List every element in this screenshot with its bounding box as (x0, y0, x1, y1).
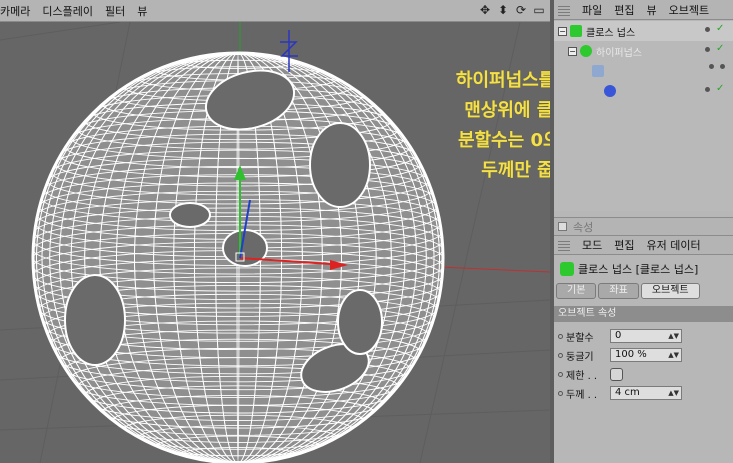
prop-roundness: 둥글기 100 % ▲▼ (554, 346, 733, 364)
object-tree: − 클로스 넙스 ✓ − 하이퍼넙스 ✓ ✓ (554, 21, 733, 211)
section-object-properties: 오브젝트 속성 (554, 306, 733, 322)
prop-label: 둥글기 (566, 351, 594, 363)
prop-label: 분할수 (566, 332, 594, 344)
animate-icon[interactable] (558, 371, 563, 377)
grip-icon[interactable] (558, 3, 570, 16)
animate-icon[interactable] (558, 333, 563, 339)
prop-limit: 제한 . . (554, 365, 733, 383)
move-icon[interactable]: ✥ (478, 3, 492, 17)
tree-item-flags: ✓ (705, 84, 725, 94)
attributes-menubar: 모드 편집 유저 데이터 (554, 235, 733, 255)
menu-camera[interactable]: 카메라 (0, 3, 38, 19)
spinner-icon[interactable]: ▲▼ (668, 330, 679, 342)
animate-icon[interactable] (558, 390, 563, 396)
prop-subdivision: 분할수 0 ▲▼ (554, 327, 733, 345)
annotation-line: 맨상위에 클로스 넙스 (464, 100, 550, 121)
tree-item-sphere[interactable]: ✓ (554, 81, 733, 101)
tree-item-flags (709, 64, 725, 69)
tree-item-cloth-nurbs[interactable]: − 클로스 넙스 ✓ (554, 21, 733, 41)
tree-item-flags: ✓ (705, 44, 725, 54)
annotation-line: 분할수는 0으로 하시고 (457, 130, 550, 151)
tab-coord[interactable]: 좌표 (598, 283, 639, 299)
hypernurbs-icon (580, 45, 592, 57)
cloth-nurbs-icon (570, 25, 582, 37)
menu-user-data[interactable]: 유저 데이터 (641, 237, 707, 253)
viewport-nav: ✥ ⬍ ⟳ ▭ (478, 3, 546, 17)
grip-icon[interactable] (558, 239, 570, 251)
menu-view[interactable]: 뷰 (641, 2, 663, 18)
menu-view[interactable]: 뷰 (133, 3, 155, 19)
subdivision-field[interactable]: 0 ▲▼ (610, 329, 682, 343)
sphere-icon (604, 85, 616, 97)
attributes-tabs: 기본 좌표 오브젝트 (554, 283, 733, 301)
collapse-icon[interactable]: − (558, 26, 567, 36)
hyper-sphere-mesh[interactable] (31, 51, 445, 463)
object-manager-menubar: 파일 편집 뷰 오브젝트 (554, 0, 733, 20)
menu-display[interactable]: 디스플레이 (38, 3, 101, 19)
panel-toggle-icon[interactable] (558, 222, 567, 231)
tab-object[interactable]: 오브젝트 (640, 283, 700, 299)
menu-object[interactable]: 오브젝트 (663, 2, 715, 18)
prop-label: 두께 . . (566, 389, 598, 401)
tab-basic[interactable]: 기본 (556, 283, 597, 299)
roundness-field[interactable]: 100 % ▲▼ (610, 348, 682, 362)
collapse-icon[interactable]: − (568, 46, 577, 56)
menu-edit[interactable]: 편집 (608, 237, 640, 253)
mesh-icon (592, 65, 604, 77)
spinner-icon[interactable]: ▲▼ (668, 349, 679, 361)
attributes-object-title: 클로스 넙스 [클로스 넙스] (554, 258, 733, 280)
cloth-nurbs-icon (560, 262, 574, 276)
tree-item-label: 하이퍼넙스 (596, 47, 642, 59)
tree-item-label: 클로스 넙스 (586, 27, 636, 39)
limit-checkbox[interactable] (610, 367, 623, 381)
viewport-menubar: 카메라 디스플레이 필터 뷰 ✥ ⬍ ⟳ ▭ (0, 0, 550, 22)
annotation-line: 두께만 줍니다.~ (481, 160, 550, 181)
tree-item-hypernurbs[interactable]: − 하이퍼넙스 ✓ (554, 41, 733, 61)
field-value: 0 (615, 330, 622, 341)
tree-item-flags: ✓ (705, 24, 725, 34)
field-value: 4 cm (615, 387, 640, 398)
maximize-icon[interactable]: ▭ (532, 3, 546, 17)
annotation-line: 하이퍼넙스를 한번 주고 (455, 70, 550, 91)
menu-file[interactable]: 파일 (576, 2, 608, 18)
attributes-header: 속성 (554, 217, 733, 235)
tree-item-mesh[interactable] (554, 61, 733, 81)
field-value: 100 % (615, 349, 647, 360)
rotate-icon[interactable]: ⟳ (514, 3, 528, 17)
zoom-icon[interactable]: ⬍ (496, 3, 510, 17)
attributes-header-label: 속성 (573, 220, 594, 234)
annotation-text: 하이퍼넙스를 한번 주고 맨상위에 클로스 넙스 분할수는 0으로 하시고 두께… (410, 66, 550, 186)
menu-mode[interactable]: 모드 (576, 237, 608, 253)
prop-label: 제한 . . (566, 370, 598, 382)
menu-edit[interactable]: 편집 (608, 2, 640, 18)
prop-thickness: 두께 . . 4 cm ▲▼ (554, 384, 733, 402)
right-panel: 파일 편집 뷰 오브젝트 − 클로스 넙스 ✓ − 하이퍼넙스 ✓ ✓ 속성 모… (554, 0, 733, 463)
thickness-field[interactable]: 4 cm ▲▼ (610, 386, 682, 400)
object-title-label: 클로스 넙스 [클로스 넙스] (578, 263, 699, 276)
spinner-icon[interactable]: ▲▼ (668, 387, 679, 399)
animate-icon[interactable] (558, 352, 563, 358)
menu-filter[interactable]: 필터 (101, 3, 133, 19)
viewport[interactable]: 카메라 디스플레이 필터 뷰 ✥ ⬍ ⟳ ▭ 하이퍼넙스를 맨상위에 클 분할수… (0, 0, 550, 463)
